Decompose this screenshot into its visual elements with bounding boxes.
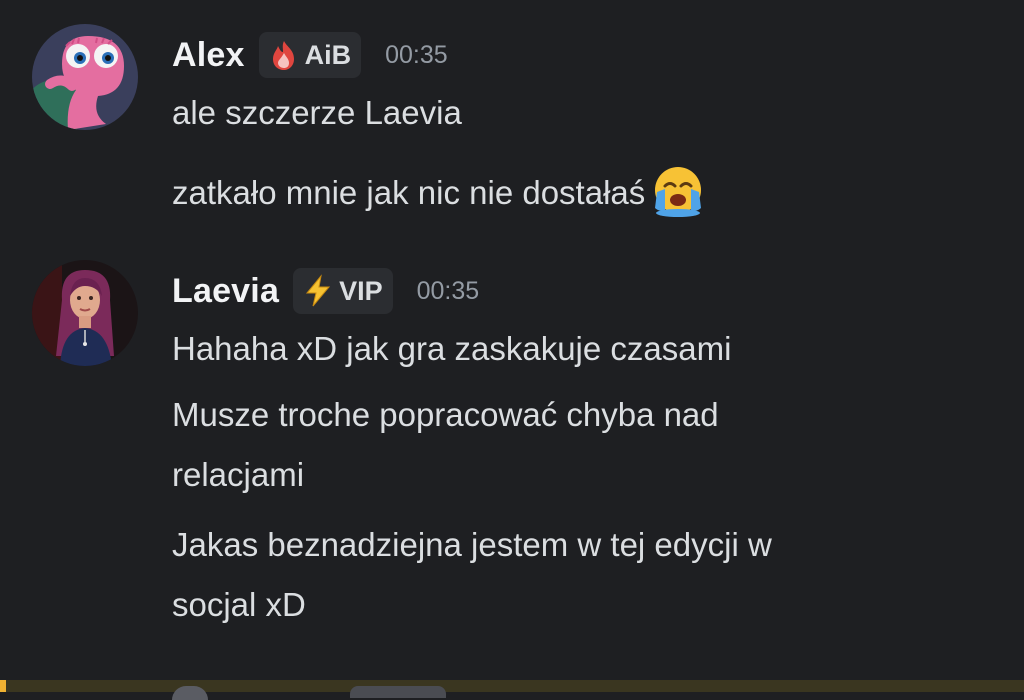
guild-tag-label: VIP [339,275,383,306]
timestamp[interactable]: 00:35 [385,41,448,70]
message-line-text: Hahaha xD jak gra zaskakuje czasami [172,330,732,367]
message-text: Musze troche popracować chyba nad [172,398,719,432]
message-line-text: ale szczerze Laevia [172,94,462,131]
chat-message-list: Alex AiB 00:35 ale szczerze Laevia zatka… [0,0,1024,680]
guild-tag-label: AiB [304,39,352,70]
next-message-avatar [172,686,208,700]
avatar[interactable] [32,24,138,130]
next-message-tag [350,686,446,698]
message-line-text: Musze troche popracować chyba nad [172,396,719,433]
timestamp[interactable]: 00:35 [417,277,480,306]
message-header: Alex AiB 00:35 [172,30,448,80]
message-line-text: Jakas beznadziejna jestem w tej edycji w [172,526,772,563]
message-header: Laevia VIP 00:35 [172,266,479,316]
message-text: ale szczerze Laevia [172,96,462,130]
lightning-icon [306,274,331,307]
fire-icon [272,41,294,70]
message-text: Hahaha xD jak gra zaskakuje czasami [172,332,731,366]
message-text: Jakas beznadziejna jestem w tej edycji w [172,528,772,562]
message-line-text: relacjami [172,456,305,493]
username[interactable]: Alex [172,36,245,75]
avatar-alex-image [32,24,138,130]
crying-face-emoji[interactable] [651,164,705,218]
highlighted-message-edge [0,680,1024,692]
message-line-text: socjal xD [172,586,306,623]
message-text: relacjami [172,458,304,492]
message-text: zatkało mnie jak nic nie dostałaś [172,164,705,218]
message-text: socjal xD [172,588,306,622]
avatar-laevia-image [32,260,138,366]
avatar[interactable] [32,260,138,366]
message-line-text: zatkało mnie jak nic nie dostałaś [172,174,646,211]
guild-tag[interactable]: AiB [258,32,362,78]
guild-tag[interactable]: VIP [293,268,393,314]
username[interactable]: Laevia [172,272,279,311]
